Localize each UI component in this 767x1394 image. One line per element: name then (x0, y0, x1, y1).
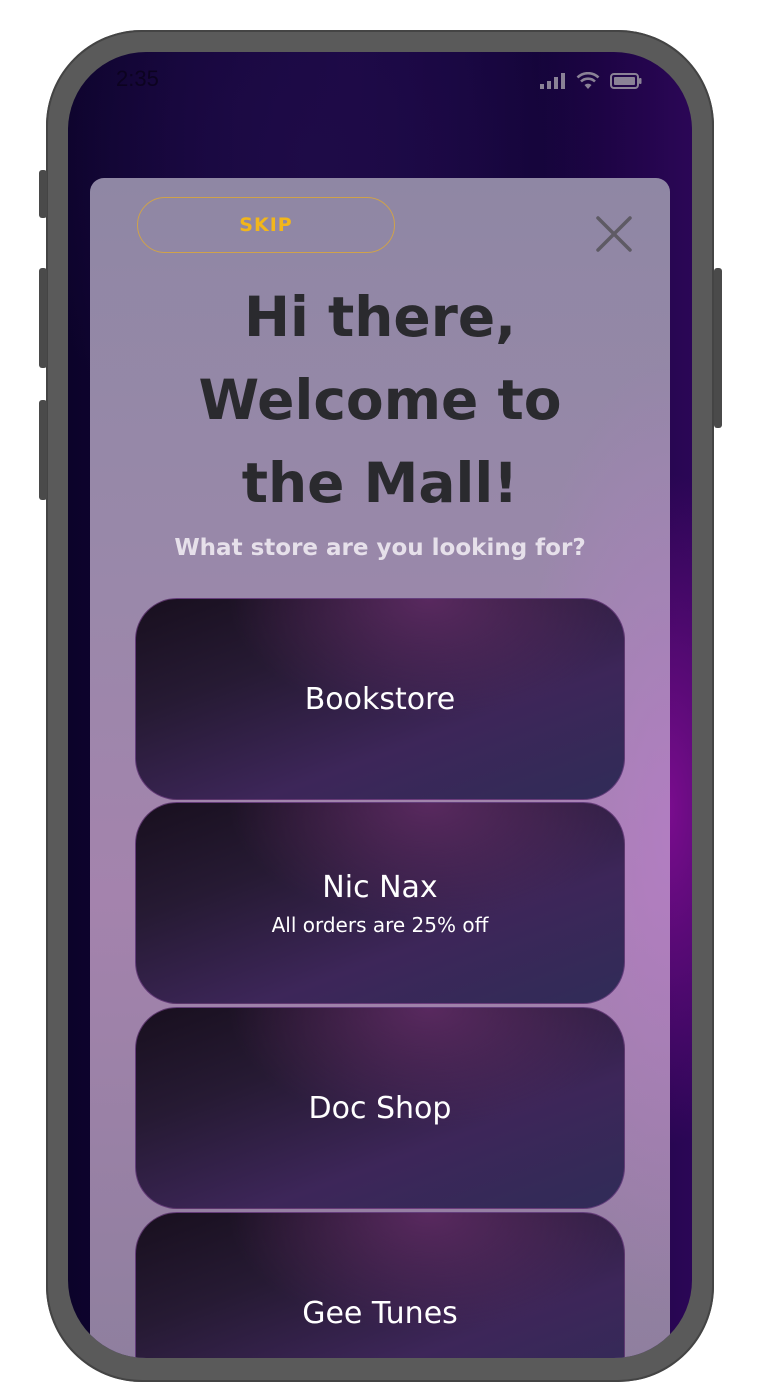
store-promo: All orders are 25% off (271, 912, 489, 937)
store-card-doc-shop[interactable]: Doc Shop (135, 1007, 625, 1209)
signal-icon (540, 73, 565, 89)
phone-screen: 2:35 SKIP Hi there, Welcome to the Mall!… (68, 52, 692, 1358)
close-icon (596, 216, 632, 252)
skip-button[interactable]: SKIP (137, 197, 395, 253)
store-card-bookstore[interactable]: Bookstore (135, 598, 625, 800)
battery-icon (610, 73, 642, 89)
store-name: Bookstore (304, 681, 456, 717)
status-icons (540, 72, 642, 90)
store-card-gee-tunes[interactable]: Gee Tunes (135, 1212, 625, 1358)
store-prompt: What store are you looking for? (174, 535, 586, 561)
silent-switch (39, 170, 47, 218)
headline-line: Hi there, (243, 285, 517, 349)
welcome-modal: SKIP Hi there, Welcome to the Mall! What… (90, 178, 670, 1358)
headline-line: the Mall! (241, 451, 519, 515)
volume-down-button (39, 400, 47, 500)
store-card-nic-nax[interactable]: Nic Nax All orders are 25% off (135, 802, 625, 1004)
store-name: Gee Tunes (302, 1295, 458, 1331)
wifi-icon (576, 72, 600, 89)
store-name: Doc Shop (308, 1090, 452, 1126)
volume-up-button (39, 268, 47, 368)
headline-line: Welcome to (198, 368, 562, 432)
close-button[interactable] (596, 216, 632, 252)
status-time: 2:35 (116, 66, 159, 91)
power-button (714, 268, 722, 428)
welcome-headline: Hi there, Welcome to the Mall! (90, 276, 670, 525)
store-name: Nic Nax (322, 869, 438, 905)
